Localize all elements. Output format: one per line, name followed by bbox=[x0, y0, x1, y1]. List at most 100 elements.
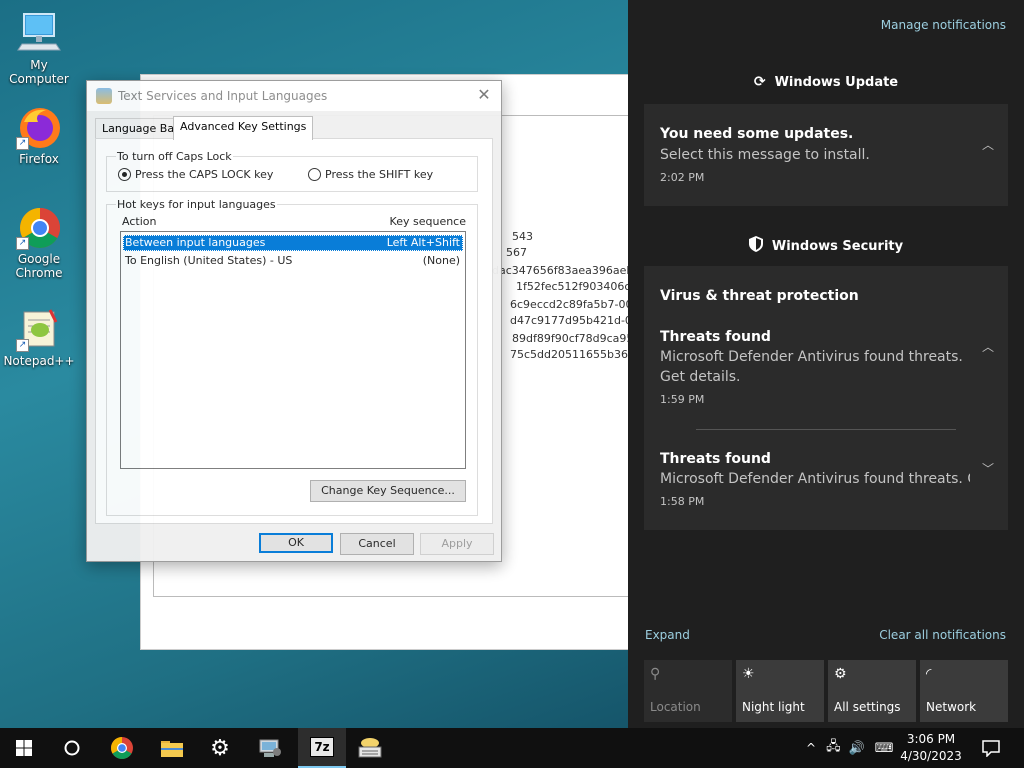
hotkeys-group-label: Hot keys for input languages bbox=[116, 198, 277, 211]
background-text-line: 567 bbox=[506, 246, 527, 259]
cancel-button[interactable]: Cancel bbox=[340, 533, 414, 555]
notification-body: Microsoft Defender Antivirus found threa… bbox=[660, 349, 963, 365]
location-icon: ⚲ bbox=[650, 666, 661, 682]
hotkey-row-english-us[interactable]: To English (United States) - US (None) bbox=[123, 253, 463, 269]
desktop-icon-label: Firefox bbox=[19, 152, 59, 166]
desktop-icon-label: Notepad++ bbox=[3, 354, 75, 368]
background-text-line: 1f52fec512f903406c7310b bbox=[516, 280, 630, 293]
chevron-up-icon[interactable]: ︿ bbox=[982, 136, 994, 153]
quick-action-location[interactable]: ⚲ Location bbox=[644, 660, 732, 722]
quick-action-label: All settings bbox=[834, 700, 901, 714]
notification-app-name: Windows Update bbox=[774, 74, 899, 90]
background-text-line: 543 bbox=[512, 230, 533, 243]
desktop-icon-label: My Computer bbox=[9, 58, 69, 86]
notification-card-updates[interactable]: You need some updates. Select this messa… bbox=[644, 104, 1008, 206]
dialog-title: Text Services and Input Languages bbox=[118, 89, 328, 103]
quick-action-label: Network bbox=[926, 700, 977, 714]
network-icon: ◜ bbox=[926, 666, 932, 682]
quick-action-all-settings[interactable]: ⚙ All settings bbox=[828, 660, 916, 722]
taskbar-device-manager[interactable] bbox=[246, 728, 294, 768]
radio-button[interactable] bbox=[308, 168, 321, 181]
notification-title: You need some updates. bbox=[660, 126, 854, 142]
notification-body: Microsoft Defender Antivirus found threa… bbox=[660, 471, 970, 487]
hotkey-row-between-languages[interactable]: Between input languages Left Alt+Shift bbox=[123, 235, 463, 251]
taskbar-chrome[interactable] bbox=[98, 728, 146, 768]
night-light-icon: ☀ bbox=[742, 666, 755, 682]
tab-advanced-key-settings[interactable]: Advanced Key Settings bbox=[173, 116, 314, 140]
apply-button[interactable]: Apply bbox=[420, 533, 494, 555]
notification-app-name: Windows Security bbox=[771, 238, 904, 254]
shortcut-arrow-icon: ↗ bbox=[16, 137, 29, 150]
touch-keyboard-icon[interactable]: ⌨ bbox=[875, 741, 894, 756]
windows-logo-icon bbox=[16, 740, 32, 756]
notification-title[interactable]: Threats found bbox=[660, 329, 771, 345]
taskbar: ⚙ 7z ^ 🖧 🔊 ⌨ 3:06 PM 4/30/2023 bbox=[0, 728, 1024, 768]
radio-shift-key[interactable]: Press the SHIFT key bbox=[308, 168, 433, 181]
clock-date: 4/30/2023 bbox=[900, 749, 962, 763]
desktop-icon-google-chrome[interactable]: ↗ Google Chrome bbox=[0, 204, 78, 280]
volume-icon[interactable]: 🔊 bbox=[849, 741, 865, 756]
chrome-icon: ↗ bbox=[16, 204, 62, 250]
cortana-search-button[interactable] bbox=[48, 728, 96, 768]
quick-action-network[interactable]: ◜ Network bbox=[920, 660, 1008, 722]
desktop-icon-my-computer[interactable]: My Computer bbox=[0, 10, 78, 86]
hotkey-key-sequence: Left Alt+Shift bbox=[386, 236, 460, 249]
computer-icon bbox=[16, 10, 62, 56]
action-center-button[interactable] bbox=[968, 728, 1014, 768]
radio-caps-lock-key[interactable]: Press the CAPS LOCK key bbox=[118, 168, 273, 181]
radio-button-selected[interactable] bbox=[118, 168, 131, 181]
taskbar-clock[interactable]: 3:06 PM 4/30/2023 bbox=[896, 731, 966, 765]
ok-button[interactable]: OK bbox=[259, 533, 333, 553]
quick-action-night-light[interactable]: ☀ Night light bbox=[736, 660, 824, 722]
device-manager-icon bbox=[259, 739, 281, 757]
folder-icon bbox=[161, 741, 183, 757]
notification-group-card-security[interactable]: Virus & threat protection Threats found … bbox=[644, 266, 1008, 530]
notification-heading: Virus & threat protection bbox=[660, 288, 859, 304]
clear-all-notifications-link[interactable]: Clear all notifications bbox=[879, 628, 1006, 642]
background-text-line: 89df89f90cf78d9ca95381d bbox=[512, 332, 630, 345]
notification-group-windows-security[interactable]: Windows Security bbox=[628, 236, 1024, 256]
taskbar-settings[interactable]: ⚙ bbox=[196, 728, 244, 768]
notepad-plus-plus-icon: ↗ bbox=[16, 306, 62, 352]
dialog-title-bar[interactable]: Text Services and Input Languages ✕ bbox=[87, 81, 501, 111]
tab-language-bar[interactable]: Language Bar bbox=[95, 118, 186, 139]
network-tray-icon[interactable]: 🖧 bbox=[826, 737, 841, 759]
taskbar-file-explorer[interactable] bbox=[148, 728, 196, 768]
text-services-dialog[interactable]: Text Services and Input Languages ✕ Lang… bbox=[86, 80, 502, 562]
notification-title[interactable]: Threats found bbox=[660, 451, 771, 467]
desktop-icon-firefox[interactable]: ↗ Firefox bbox=[0, 104, 78, 166]
hotkey-action: To English (United States) - US bbox=[125, 254, 293, 267]
chrome-icon bbox=[111, 737, 133, 759]
windows-update-icon: ⟳ bbox=[753, 74, 766, 90]
hotkey-action: Between input languages bbox=[125, 236, 266, 249]
firefox-icon: ↗ bbox=[16, 104, 62, 150]
shield-icon bbox=[748, 236, 763, 256]
background-text-line: 75c5dd20511655b365601f bbox=[510, 348, 630, 361]
change-key-sequence-button[interactable]: Change Key Sequence... bbox=[310, 480, 466, 502]
expand-quick-actions-link[interactable]: Expand bbox=[645, 628, 690, 642]
chevron-down-icon[interactable]: ﹀ bbox=[982, 460, 994, 477]
close-icon[interactable]: ✕ bbox=[475, 86, 493, 104]
shortcut-arrow-icon: ↗ bbox=[16, 237, 29, 250]
keyboard-language-icon bbox=[358, 738, 382, 758]
chevron-up-icon[interactable]: ︿ bbox=[982, 338, 994, 355]
notification-separator bbox=[696, 429, 956, 430]
start-button[interactable] bbox=[0, 728, 48, 768]
background-text-line: d47c9177d95b421d-0000 bbox=[510, 314, 631, 327]
hotkey-key-sequence: (None) bbox=[422, 254, 460, 267]
column-header-action[interactable]: Action bbox=[122, 215, 156, 228]
column-header-key-sequence[interactable]: Key sequence bbox=[390, 215, 466, 228]
manage-notifications-link[interactable]: Manage notifications bbox=[881, 18, 1006, 32]
quick-action-label: Night light bbox=[742, 700, 805, 714]
notification-icon bbox=[982, 740, 1000, 757]
desktop-icon-notepad-plus-plus[interactable]: ↗ Notepad++ bbox=[0, 306, 78, 368]
notification-body: Select this message to install. bbox=[660, 147, 870, 163]
seven-zip-icon: 7z bbox=[310, 737, 334, 757]
taskbar-7zip[interactable]: 7z bbox=[298, 728, 346, 768]
caps-lock-group-label: To turn off Caps Lock bbox=[116, 150, 233, 163]
notification-time: 1:59 PM bbox=[660, 393, 705, 406]
hotkeys-list[interactable]: Between input languages Left Alt+Shift T… bbox=[120, 231, 466, 469]
taskbar-input-language[interactable] bbox=[346, 728, 394, 768]
show-hidden-icons-chevron-icon[interactable]: ^ bbox=[806, 741, 816, 755]
notification-group-windows-update[interactable]: ⟳ Windows Update bbox=[628, 74, 1024, 90]
